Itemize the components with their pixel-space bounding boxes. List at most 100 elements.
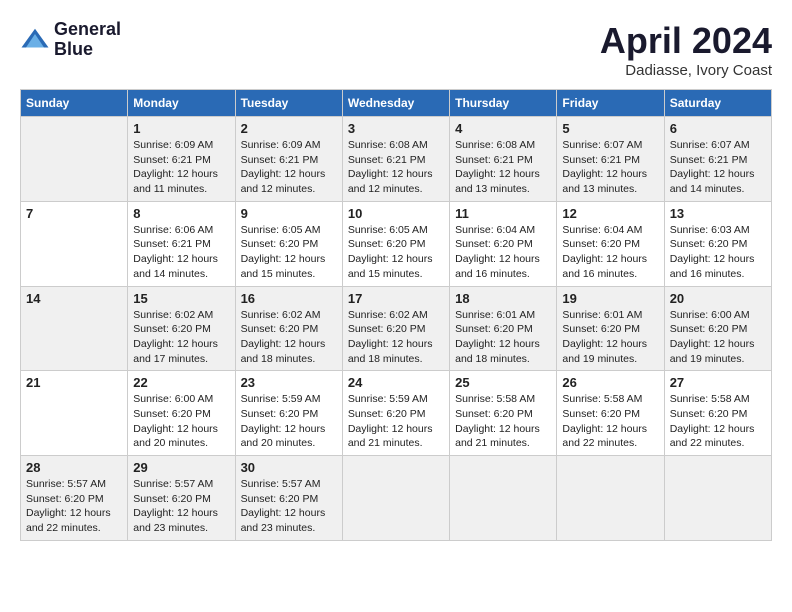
day-number: 10 <box>348 206 444 221</box>
logo: General Blue <box>20 20 121 60</box>
calendar-cell: 19Sunrise: 6:01 AMSunset: 6:20 PMDayligh… <box>557 286 664 371</box>
calendar-cell: 7 <box>21 201 128 286</box>
day-number: 5 <box>562 121 658 136</box>
day-number: 22 <box>133 375 229 390</box>
logo-icon <box>20 25 50 55</box>
day-number: 23 <box>241 375 337 390</box>
header-day: Thursday <box>450 90 557 117</box>
day-info: Sunrise: 5:59 AMSunset: 6:20 PMDaylight:… <box>241 392 337 451</box>
calendar-cell: 17 Sunrise: 6:02 AMSunset: 6:20 PMDayligh… <box>342 286 449 371</box>
day-number: 11 <box>455 206 551 221</box>
day-number: 9 <box>241 206 337 221</box>
calendar-cell: 13 Sunrise: 6:03 AMSunset: 6:20 PMDayligh… <box>664 201 771 286</box>
day-number: 7 <box>26 206 122 221</box>
day-info: Sunrise: 5:57 AMSunset: 6:20 PMDaylight:… <box>26 477 122 536</box>
calendar-cell: 1 Sunrise: 6:09 AMSunset: 6:21 PMDaylight… <box>128 117 235 202</box>
header-day: Friday <box>557 90 664 117</box>
day-number: 29 <box>133 460 229 475</box>
calendar-week-row: 1 Sunrise: 6:09 AMSunset: 6:21 PMDaylight… <box>21 117 772 202</box>
day-info: Sunrise: 6:05 AMSunset: 6:20 PMDaylight:… <box>241 223 337 282</box>
calendar-cell: 26Sunrise: 5:58 AMSunset: 6:20 PMDayligh… <box>557 371 664 456</box>
day-info: Sunrise: 5:59 AMSunset: 6:20 PMDaylight:… <box>348 392 444 451</box>
calendar-cell: 3 Sunrise: 6:08 AMSunset: 6:21 PMDaylight… <box>342 117 449 202</box>
calendar-cell: 18 Sunrise: 6:01 AMSunset: 6:20 PMDayligh… <box>450 286 557 371</box>
calendar-cell <box>664 456 771 541</box>
calendar-cell: 16Sunrise: 6:02 AMSunset: 6:20 PMDayligh… <box>235 286 342 371</box>
day-number: 17 <box>348 291 444 306</box>
day-info: Sunrise: 5:58 AMSunset: 6:20 PMDaylight:… <box>562 392 658 451</box>
day-number: 30 <box>241 460 337 475</box>
day-number: 16 <box>241 291 337 306</box>
calendar-cell: 4 Sunrise: 6:08 AMSunset: 6:21 PMDaylight… <box>450 117 557 202</box>
header-day: Monday <box>128 90 235 117</box>
day-info: Sunrise: 6:03 AMSunset: 6:20 PMDaylight:… <box>670 223 766 282</box>
calendar-table: SundayMondayTuesdayWednesdayThursdayFrid… <box>20 89 772 541</box>
header-day: Wednesday <box>342 90 449 117</box>
calendar-cell: 27 Sunrise: 5:58 AMSunset: 6:20 PMDayligh… <box>664 371 771 456</box>
calendar-cell: 6 Sunrise: 6:07 AMSunset: 6:21 PMDaylight… <box>664 117 771 202</box>
day-number: 14 <box>26 291 122 306</box>
day-number: 1 <box>133 121 229 136</box>
calendar-cell <box>342 456 449 541</box>
day-number: 6 <box>670 121 766 136</box>
calendar-cell: 5 Sunrise: 6:07 AMSunset: 6:21 PMDaylight… <box>557 117 664 202</box>
day-info: Sunrise: 6:01 AMSunset: 6:20 PMDaylight:… <box>455 308 551 367</box>
day-number: 18 <box>455 291 551 306</box>
calendar-cell: 28 Sunrise: 5:57 AMSunset: 6:20 PMDayligh… <box>21 456 128 541</box>
calendar-cell: 10 Sunrise: 6:05 AMSunset: 6:20 PMDayligh… <box>342 201 449 286</box>
day-number: 28 <box>26 460 122 475</box>
header-row: SundayMondayTuesdayWednesdayThursdayFrid… <box>21 90 772 117</box>
day-info: Sunrise: 6:08 AMSunset: 6:21 PMDaylight:… <box>348 138 444 197</box>
day-number: 12 <box>562 206 658 221</box>
day-number: 19 <box>562 291 658 306</box>
month-title: April 2024 <box>600 20 772 62</box>
calendar-cell: 29 Sunrise: 5:57 AMSunset: 6:20 PMDayligh… <box>128 456 235 541</box>
day-number: 3 <box>348 121 444 136</box>
calendar-cell: 25 Sunrise: 5:58 AMSunset: 6:20 PMDayligh… <box>450 371 557 456</box>
day-info: Sunrise: 6:08 AMSunset: 6:21 PMDaylight:… <box>455 138 551 197</box>
day-info: Sunrise: 6:02 AMSunset: 6:20 PMDaylight:… <box>348 308 444 367</box>
day-number: 15 <box>133 291 229 306</box>
day-info: Sunrise: 6:05 AMSunset: 6:20 PMDaylight:… <box>348 223 444 282</box>
page-header: General Blue April 2024 Dadiasse, Ivory … <box>20 20 772 79</box>
calendar-cell <box>21 117 128 202</box>
calendar-cell: 14 <box>21 286 128 371</box>
calendar-cell <box>557 456 664 541</box>
day-number: 24 <box>348 375 444 390</box>
day-number: 4 <box>455 121 551 136</box>
day-number: 13 <box>670 206 766 221</box>
calendar-cell: 15 Sunrise: 6:02 AMSunset: 6:20 PMDayligh… <box>128 286 235 371</box>
calendar-week-row: 78 Sunrise: 6:06 AMSunset: 6:21 PMDayligh… <box>21 201 772 286</box>
day-number: 20 <box>670 291 766 306</box>
day-info: Sunrise: 5:58 AMSunset: 6:20 PMDaylight:… <box>455 392 551 451</box>
day-info: Sunrise: 6:00 AMSunset: 6:20 PMDaylight:… <box>133 392 229 451</box>
day-number: 21 <box>26 375 122 390</box>
calendar-cell: 2Sunrise: 6:09 AMSunset: 6:21 PMDaylight… <box>235 117 342 202</box>
day-info: Sunrise: 6:09 AMSunset: 6:21 PMDaylight:… <box>133 138 229 197</box>
calendar-week-row: 28 Sunrise: 5:57 AMSunset: 6:20 PMDayligh… <box>21 456 772 541</box>
header-day: Saturday <box>664 90 771 117</box>
day-number: 25 <box>455 375 551 390</box>
day-info: Sunrise: 6:07 AMSunset: 6:21 PMDaylight:… <box>562 138 658 197</box>
day-info: Sunrise: 6:02 AMSunset: 6:20 PMDaylight:… <box>133 308 229 367</box>
day-info: Sunrise: 5:57 AMSunset: 6:20 PMDaylight:… <box>133 477 229 536</box>
day-info: Sunrise: 6:04 AMSunset: 6:20 PMDaylight:… <box>562 223 658 282</box>
logo-text: General Blue <box>54 20 121 60</box>
calendar-cell: 11Sunrise: 6:04 AMSunset: 6:20 PMDayligh… <box>450 201 557 286</box>
day-info: Sunrise: 6:07 AMSunset: 6:21 PMDaylight:… <box>670 138 766 197</box>
calendar-cell: 8 Sunrise: 6:06 AMSunset: 6:21 PMDaylight… <box>128 201 235 286</box>
day-info: Sunrise: 5:58 AMSunset: 6:20 PMDaylight:… <box>670 392 766 451</box>
day-number: 8 <box>133 206 229 221</box>
calendar-cell: 21 <box>21 371 128 456</box>
calendar-cell: 23 Sunrise: 5:59 AMSunset: 6:20 PMDayligh… <box>235 371 342 456</box>
header-day: Sunday <box>21 90 128 117</box>
day-info: Sunrise: 6:00 AMSunset: 6:20 PMDaylight:… <box>670 308 766 367</box>
day-number: 27 <box>670 375 766 390</box>
day-info: Sunrise: 6:06 AMSunset: 6:21 PMDaylight:… <box>133 223 229 282</box>
calendar-cell <box>450 456 557 541</box>
calendar-week-row: 14 15 Sunrise: 6:02 AMSunset: 6:20 PMDayli… <box>21 286 772 371</box>
calendar-cell: 20 Sunrise: 6:00 AMSunset: 6:20 PMDayligh… <box>664 286 771 371</box>
calendar-week-row: 21 22 Sunrise: 6:00 AMSunset: 6:20 PMDayli… <box>21 371 772 456</box>
calendar-cell: 22 Sunrise: 6:00 AMSunset: 6:20 PMDayligh… <box>128 371 235 456</box>
calendar-cell: 24 Sunrise: 5:59 AMSunset: 6:20 PMDayligh… <box>342 371 449 456</box>
